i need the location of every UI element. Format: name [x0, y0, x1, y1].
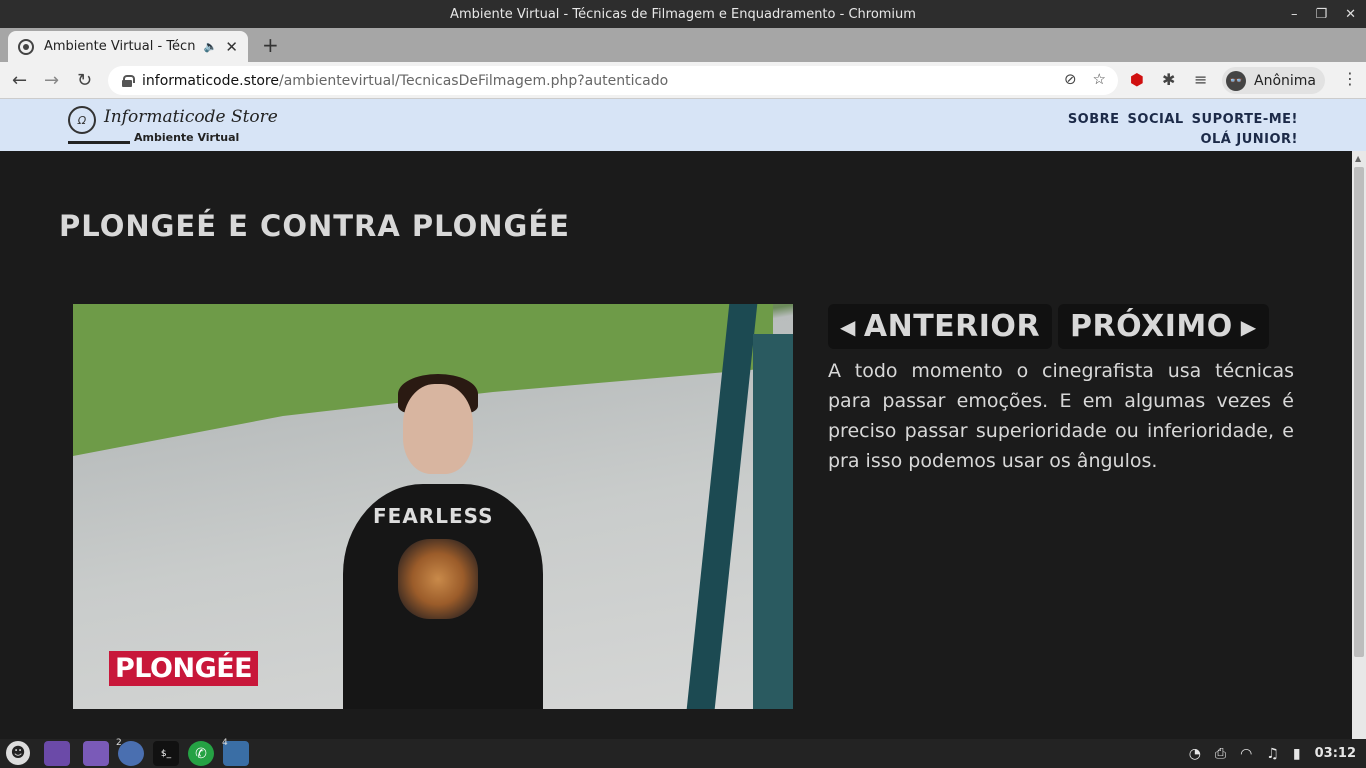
camera-app-icon[interactable]: 4	[222, 738, 249, 766]
maximize-button[interactable]: ❐	[1315, 7, 1327, 22]
page-scrollbar[interactable]: ▲	[1352, 151, 1366, 739]
arrow-right-icon: ▶	[1240, 314, 1257, 339]
close-window-button[interactable]: ✕	[1345, 7, 1356, 22]
battery-icon[interactable]: ▮	[1293, 746, 1301, 762]
back-button[interactable]: ←	[12, 70, 27, 91]
app-menu-icon[interactable]: ☻	[6, 741, 30, 765]
logo-name: Informaticode Store	[104, 107, 278, 127]
lesson-description: A todo momento o cinegrafista usa técnic…	[828, 360, 1294, 472]
shirt-print: FEARLESS	[373, 504, 494, 528]
lesson-nav: ◀ ANTERIOR PRÓXIMO ▶	[828, 304, 1269, 349]
window-title: Ambiente Virtual - Técnicas de Filmagem …	[450, 6, 916, 22]
nav-social[interactable]: SOCIAL	[1128, 112, 1184, 127]
address-bar[interactable]: informaticode.store/ambientevirtual/Tecn…	[108, 66, 1118, 95]
globe-icon	[18, 38, 34, 55]
logo-subtitle: Ambiente Virtual	[134, 131, 240, 144]
scrollbar-thumb[interactable]	[1354, 167, 1364, 657]
opera-extension-icon[interactable]: ⬢	[1130, 70, 1144, 89]
arrow-left-icon: ◀	[840, 314, 856, 339]
previous-button[interactable]: ◀ ANTERIOR	[828, 304, 1053, 349]
site-header: Ω Informaticode Store Ambiente Virtual S…	[0, 99, 1366, 151]
lock-icon[interactable]	[122, 74, 135, 87]
clock[interactable]: 03:12	[1315, 746, 1356, 761]
music-icon[interactable]: ♫	[1266, 746, 1279, 762]
next-button[interactable]: PRÓXIMO ▶	[1058, 304, 1269, 349]
page-title: PLONGEÉ E CONTRA PLONGÉE	[59, 209, 570, 243]
close-tab-icon[interactable]: ✕	[225, 38, 238, 56]
site-logo[interactable]: Ω Informaticode Store Ambiente Virtual	[68, 103, 278, 147]
reload-button[interactable]: ↻	[77, 70, 92, 91]
terminal-icon[interactable]: $_	[153, 741, 179, 766]
minimize-button[interactable]: –	[1291, 7, 1298, 22]
profile-button[interactable]: 👓 Anônima	[1222, 67, 1325, 94]
bookmark-star-icon[interactable]: ☆	[1093, 70, 1106, 88]
nav-suporte[interactable]: SUPORTE-ME!	[1192, 112, 1298, 127]
browser-menu-icon[interactable]: ⋮	[1342, 69, 1358, 88]
extensions-puzzle-icon[interactable]: ✱	[1162, 70, 1175, 89]
browser-toolbar: ← → ↻ informaticode.store/ambientevirtua…	[0, 62, 1366, 99]
camera-window-count: 4	[222, 738, 228, 748]
wifi-icon[interactable]: ◠	[1240, 746, 1252, 762]
tab-title: Ambiente Virtual - Técnica	[44, 39, 196, 54]
url-path: /ambientevirtual/TecnicasDeFilmagem.php?…	[279, 72, 669, 89]
logo-mark-icon: Ω	[68, 106, 96, 134]
url-host: informaticode.store	[142, 72, 279, 89]
new-tab-button[interactable]: +	[262, 33, 279, 57]
forward-button[interactable]: →	[44, 70, 59, 91]
chromium-taskbar-icon[interactable]: 2	[116, 738, 144, 766]
next-label: PRÓXIMO	[1070, 309, 1233, 344]
system-tray: ◔ ⎙ ◠ ♫ ▮ 03:12	[1189, 739, 1356, 768]
video-caption: PLONGÉE	[109, 651, 259, 686]
video-structure	[753, 334, 793, 709]
tracking-protection-icon[interactable]: ⊘	[1064, 70, 1077, 88]
previous-label: ANTERIOR	[863, 309, 1041, 344]
workspace-icon[interactable]	[44, 741, 70, 766]
site-nav: SOBRE SOCIAL SUPORTE-ME!	[1068, 112, 1298, 127]
scroll-up-icon[interactable]: ▲	[1355, 154, 1361, 163]
user-greeting[interactable]: OLÁ JUNIOR!	[1200, 132, 1298, 147]
page-content: PLONGEÉ E CONTRA PLONGÉE FEARLESS PLONGÉ…	[0, 151, 1352, 739]
shirt-tiger-print	[398, 539, 478, 619]
whatsapp-icon[interactable]: ✆	[188, 741, 214, 766]
files-folder-icon[interactable]	[83, 741, 109, 766]
browser-window-count: 2	[116, 738, 122, 748]
video-frame[interactable]: FEARLESS PLONGÉE	[73, 304, 793, 709]
system-taskbar: ☻ 2 $_ ✆ 4 ◔ ⎙ ◠ ♫ ▮ 03:12	[0, 738, 1366, 768]
video-head	[403, 384, 473, 474]
tab-strip: Ambiente Virtual - Técnica 🔈 ✕ +	[0, 28, 1366, 62]
browser-tab[interactable]: Ambiente Virtual - Técnica 🔈 ✕	[8, 31, 248, 62]
profile-label: Anônima	[1254, 72, 1316, 89]
window-titlebar: Ambiente Virtual - Técnicas de Filmagem …	[0, 0, 1366, 28]
media-control-icon[interactable]: ≡	[1194, 70, 1207, 89]
incognito-icon: 👓	[1226, 70, 1246, 91]
audio-icon[interactable]: 🔈	[204, 40, 218, 53]
logo-underline	[68, 141, 130, 144]
printer-icon[interactable]: ⎙	[1215, 746, 1226, 762]
nav-sobre[interactable]: SOBRE	[1068, 112, 1120, 127]
video-person: FEARLESS	[343, 374, 543, 709]
whatsapp-tray-icon[interactable]: ◔	[1189, 746, 1201, 762]
